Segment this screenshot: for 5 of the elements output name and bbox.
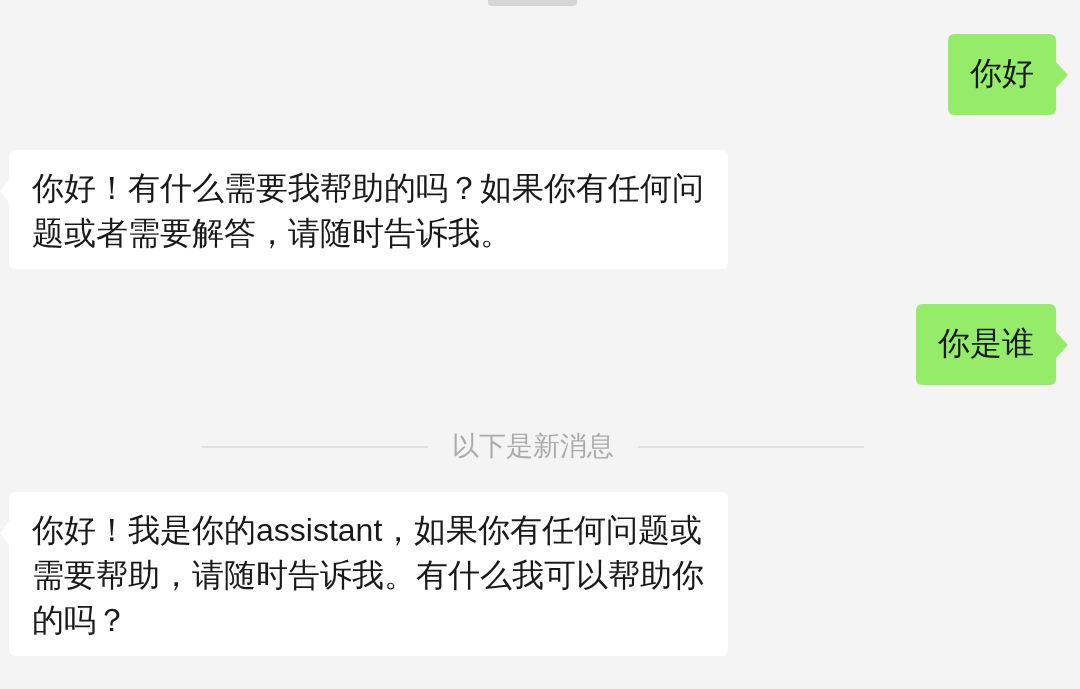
message-bubble: 你是谁 [916, 304, 1068, 385]
message-bubble: 你好！我是你的assistant，如果你有任何问题或需要帮助，请随时告诉我。有什么我可以帮助你的吗？ [0, 492, 728, 656]
message-bubble: 你好！有什么需要我帮助的吗？如果你有任何问题或者需要解答，请随时告诉我。 [0, 150, 728, 269]
message-bubble: 你好 [948, 34, 1068, 115]
divider-text: 以下是新消息 [451, 430, 614, 463]
